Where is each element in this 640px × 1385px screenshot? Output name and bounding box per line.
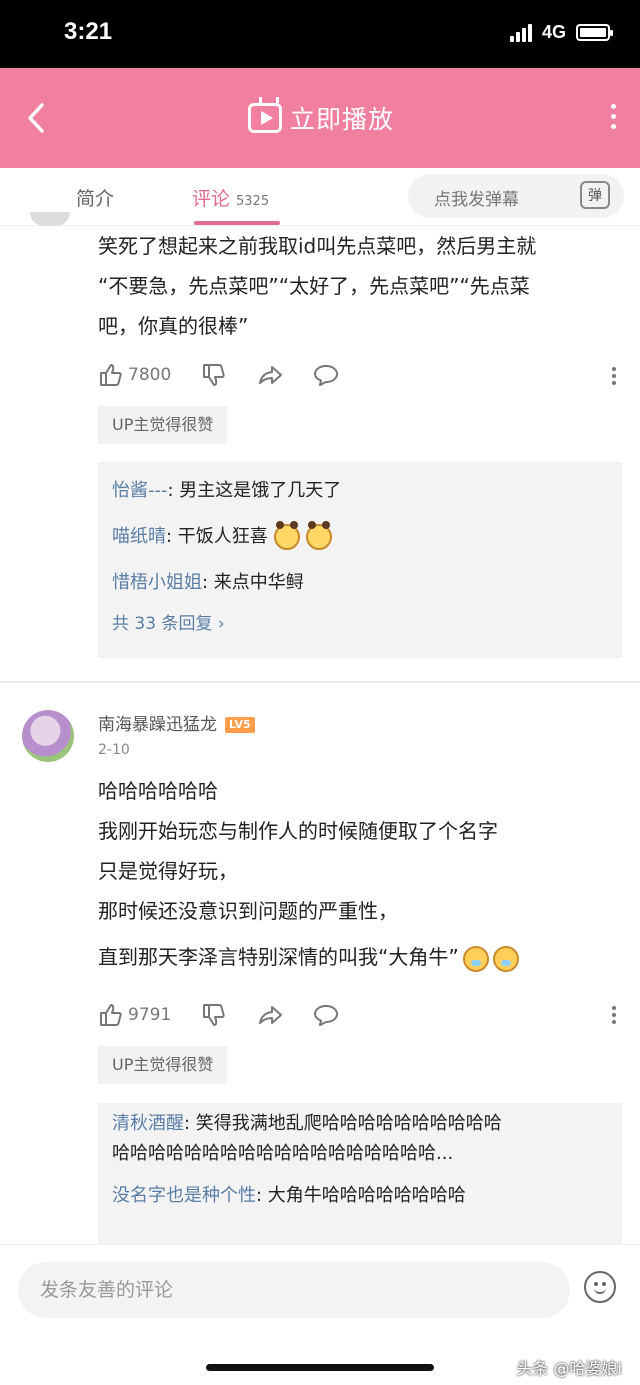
reply-item: 怡酱---: 男主这是饿了几天了 <box>112 468 608 514</box>
back-icon[interactable] <box>22 101 52 135</box>
level-badge: LV5 <box>225 717 255 733</box>
comment-divider <box>0 681 640 683</box>
tv-play-icon <box>248 103 282 133</box>
thumbs-down-icon[interactable] <box>201 1002 227 1028</box>
comment-line: 哈哈哈哈哈哈 <box>98 779 218 803</box>
reply-text-continued: 哈哈哈哈哈哈哈哈哈哈哈哈哈哈哈哈哈哈... <box>112 1143 454 1164</box>
comment-body: 哈哈哈哈哈哈 我刚开始玩恋与制作人的时候随便取了个名字 只是觉得好玩， 那时候还… <box>98 771 622 977</box>
video-header: 立即播放 <box>0 68 640 168</box>
reply-item: 清秋酒醒: 笑得我满地乱爬哈哈哈哈哈哈哈哈哈哈 <box>112 1109 608 1139</box>
laughing-emoji-icon <box>273 521 300 550</box>
like-button[interactable]: 7800 <box>98 362 171 388</box>
comment-actions: 9791 <box>98 1002 369 1028</box>
comment-actions: 7800 <box>98 362 369 388</box>
reply-user[interactable]: 怡酱--- <box>112 480 168 501</box>
comment-line: 吧，你真的很棒” <box>98 314 249 338</box>
share-icon[interactable] <box>257 1002 283 1028</box>
share-icon[interactable] <box>257 362 283 388</box>
comment-date: 2-10 <box>98 742 130 758</box>
thumbs-up-icon <box>100 1004 122 1026</box>
up-liked-badge: UP主觉得很赞 <box>98 406 228 444</box>
comment-author[interactable]: 南海暴躁迅猛龙 LV5 <box>98 710 255 735</box>
crying-emoji-icon <box>492 945 519 972</box>
reply-text: : 笑得我满地乱爬哈哈哈哈哈哈哈哈哈哈 <box>184 1113 502 1134</box>
play-now-label: 立即播放 <box>290 105 395 134</box>
signal-icon <box>509 23 532 42</box>
comment-more-icon[interactable] <box>612 367 616 385</box>
status-time: 3:21 <box>64 18 113 45</box>
laughing-emoji-icon <box>305 521 332 550</box>
watermark: 头条 @哈婆娘i <box>516 1359 622 1378</box>
comment-count: 5325 <box>236 194 270 209</box>
reply-text: : 大角牛哈哈哈哈哈哈哈哈 <box>256 1185 466 1206</box>
reply-preview[interactable]: 清秋酒醒: 笑得我满地乱爬哈哈哈哈哈哈哈哈哈哈 哈哈哈哈哈哈哈哈哈哈哈哈哈哈哈哈… <box>98 1103 622 1244</box>
home-indicator[interactable] <box>206 1364 434 1371</box>
tab-bar: 简介 评论 5325 点我发弹幕 弹 <box>0 168 640 226</box>
like-count: 7800 <box>128 365 172 385</box>
danmaku-input[interactable]: 点我发弹幕 弹 <box>408 174 624 218</box>
reply-user[interactable]: 没名字也是种个性 <box>112 1185 256 1206</box>
danmaku-placeholder: 点我发弹幕 <box>434 190 519 210</box>
like-count: 9791 <box>128 1005 172 1025</box>
status-indicators: 4G <box>509 22 613 43</box>
view-all-replies-link[interactable]: 共 33 条回复 › <box>112 606 608 642</box>
crying-emoji-icon <box>462 945 489 972</box>
active-tab-indicator <box>194 221 280 225</box>
comment-line: 只是觉得好玩， <box>98 859 238 883</box>
thumbs-up-icon <box>100 364 122 386</box>
status-bar: 3:21 4G <box>0 0 640 68</box>
reply-text: : 男主这是饿了几天了 <box>167 480 342 501</box>
reply-item: 惜梧小姐姐: 来点中华鲟 <box>112 560 608 606</box>
up-liked-badge: UP主觉得很赞 <box>98 1046 228 1084</box>
reply-user[interactable]: 惜梧小姐姐 <box>112 572 202 593</box>
comment-line: 笑死了想起来之前我取id叫先点菜吧，然后男主就 <box>98 234 537 258</box>
reply-item: 没名字也是种个性: 大角牛哈哈哈哈哈哈哈哈 <box>112 1173 608 1219</box>
reply-text: : 来点中华鲟 <box>202 572 304 593</box>
battery-icon <box>576 24 613 41</box>
thumbs-down-icon[interactable] <box>201 362 227 388</box>
author-name: 南海暴躁迅猛龙 <box>98 715 217 735</box>
comment-line: 我刚开始玩恋与制作人的时候随便取了个名字 <box>98 819 498 843</box>
comment-line: 直到那天李泽言特别深情的叫我“大角牛” <box>98 945 459 969</box>
network-label: 4G <box>541 22 566 42</box>
comment-input-bar: 头条 @哈婆娘i <box>0 1244 640 1385</box>
reply-icon[interactable] <box>313 1002 339 1028</box>
danmaku-toggle-icon[interactable]: 弹 <box>580 181 610 209</box>
comment-body: 笑死了想起来之前我取id叫先点菜吧，然后男主就 “不要急，先点菜吧”“太好了，先… <box>98 226 622 346</box>
comment-input[interactable] <box>18 1262 570 1318</box>
reply-item: 喵纸晴: 干饭人狂喜 <box>112 514 608 560</box>
reply-user[interactable]: 清秋酒醒 <box>112 1113 184 1134</box>
tab-comments[interactable]: 评论 5325 <box>192 184 269 211</box>
play-now-button[interactable]: 立即播放 <box>248 100 394 136</box>
tab-comments-label: 评论 <box>192 188 231 210</box>
reply-text: : 干饭人狂喜 <box>166 526 268 547</box>
comment-line: “不要急，先点菜吧”“太好了，先点菜吧”“先点菜 <box>98 274 530 298</box>
reply-preview[interactable]: 怡酱---: 男主这是饿了几天了 喵纸晴: 干饭人狂喜 惜梧小姐姐: 来点中华鲟… <box>98 462 622 658</box>
comment-more-icon[interactable] <box>612 1006 616 1024</box>
more-options-icon[interactable] <box>611 104 616 129</box>
emoji-picker-icon[interactable] <box>584 1271 616 1303</box>
comment-line: 那时候还没意识到问题的严重性， <box>98 899 398 923</box>
avatar[interactable] <box>22 710 74 762</box>
comment-line-wrap: 直到那天李泽言特别深情的叫我“大角牛” <box>98 937 622 977</box>
tab-intro[interactable]: 简介 <box>76 184 114 211</box>
reply-icon[interactable] <box>313 362 339 388</box>
reply-user[interactable]: 喵纸晴 <box>112 526 166 547</box>
like-button[interactable]: 9791 <box>98 1002 171 1028</box>
